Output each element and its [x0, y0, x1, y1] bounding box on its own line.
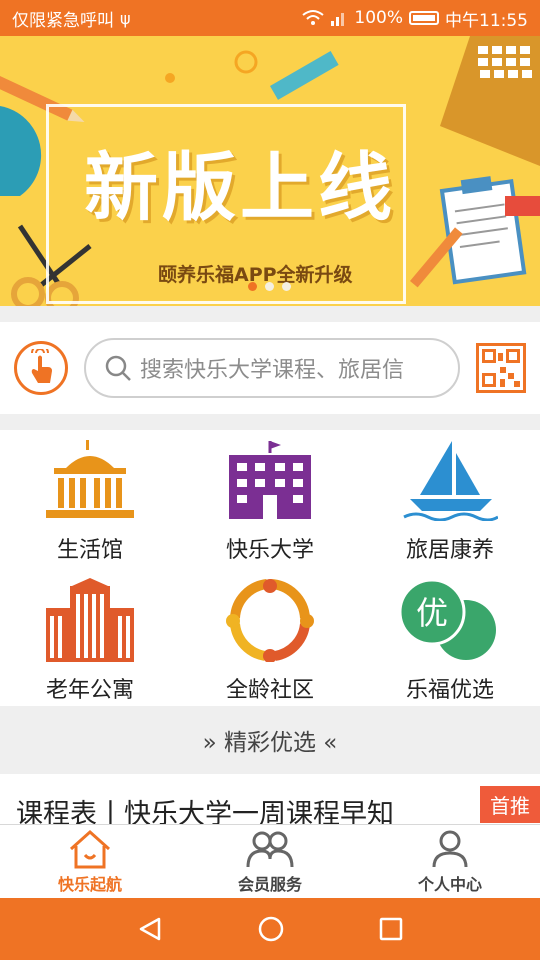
banner-dot[interactable] — [282, 282, 291, 291]
qr-code-icon[interactable] — [476, 343, 526, 393]
home-button-icon[interactable] — [257, 915, 285, 943]
status-bar: 仅限紧急呼叫 ψ 100% 中午11:55 — [0, 0, 540, 36]
tab-home[interactable]: 快乐起航 — [0, 825, 180, 898]
grid-item-happy-university[interactable]: 快乐大学 — [180, 430, 360, 568]
search-placeholder: 搜索快乐大学课程、旅居信 — [140, 358, 405, 383]
wifi-icon — [302, 10, 325, 25]
battery-icon — [409, 11, 439, 25]
divider — [0, 414, 540, 430]
status-left-text: 仅限紧急呼叫 — [12, 10, 114, 31]
sailboat-icon — [403, 441, 498, 521]
banner-dot[interactable] — [248, 282, 257, 291]
community-icon — [226, 579, 314, 662]
grid-item-label: 全龄社区 — [225, 678, 314, 703]
grid-item-all-age-community[interactable]: 全龄社区 — [180, 570, 360, 708]
building-icon — [46, 440, 134, 518]
you-select-icon: 优 — [400, 578, 496, 660]
apartment-icon — [46, 578, 134, 662]
grid-item-senior-apartment[interactable]: 老年公寓 — [0, 570, 180, 708]
signal-icon — [331, 13, 345, 26]
bottom-tab-bar: 快乐起航 会员服务 个人中心 — [0, 824, 540, 898]
svg-text:优: 优 — [416, 594, 448, 632]
search-icon — [105, 355, 131, 381]
promo-banner[interactable]: 新版上线 颐养乐福APP全新升级 — [0, 36, 540, 306]
tab-label: 个人中心 — [417, 874, 482, 894]
grid-item-lefu-select[interactable]: 优 乐福优选 — [360, 570, 540, 708]
grid-item-label: 老年公寓 — [45, 678, 134, 703]
search-row: 搜索快乐大学课程、旅居信 — [0, 322, 540, 414]
tab-personal-center[interactable]: 个人中心 — [360, 825, 540, 898]
battery-percent: 100% — [354, 8, 403, 28]
usb-icon: ψ — [120, 8, 131, 28]
tap-hand-icon — [31, 349, 52, 383]
grid-item-label: 乐福优选 — [405, 678, 494, 703]
grid-item-label: 快乐大学 — [225, 538, 314, 563]
section-title: » 精彩优选 « — [202, 730, 338, 756]
section-header: » 精彩优选 « — [0, 706, 540, 774]
members-icon — [246, 831, 294, 867]
person-icon — [432, 830, 468, 867]
grid-item-label: 旅居康养 — [405, 538, 494, 563]
grid-item-travel-care[interactable]: 旅居康养 — [360, 430, 540, 568]
system-nav-bar — [0, 898, 540, 960]
recents-icon[interactable] — [379, 917, 403, 941]
article-title: 课程表丨快乐大学一周课程早知 — [16, 799, 394, 824]
university-icon — [229, 441, 311, 519]
tab-label: 快乐起航 — [57, 874, 122, 894]
status-time: 中午11:55 — [445, 10, 528, 31]
divider — [0, 306, 540, 322]
featured-badge: 首推 — [480, 786, 540, 823]
banner-title: 新版上线 — [84, 145, 396, 231]
article-card[interactable]: 课程表丨快乐大学一周课程早知 首推 — [0, 774, 540, 824]
banner-pagination — [248, 282, 291, 291]
touch-mode-button[interactable] — [14, 341, 68, 395]
tab-member-services[interactable]: 会员服务 — [180, 825, 360, 898]
feature-grid: 生活馆 快乐大学 旅居康养 老年公寓 全龄社区 优 乐福优选 — [0, 430, 540, 706]
back-icon[interactable] — [137, 916, 163, 942]
tab-label: 会员服务 — [237, 874, 302, 894]
search-input[interactable]: 搜索快乐大学课程、旅居信 — [84, 338, 460, 398]
banner-dot[interactable] — [265, 282, 274, 291]
grid-item-label: 生活馆 — [56, 538, 123, 563]
home-icon — [69, 829, 111, 868]
grid-item-life-hall[interactable]: 生活馆 — [0, 430, 180, 568]
